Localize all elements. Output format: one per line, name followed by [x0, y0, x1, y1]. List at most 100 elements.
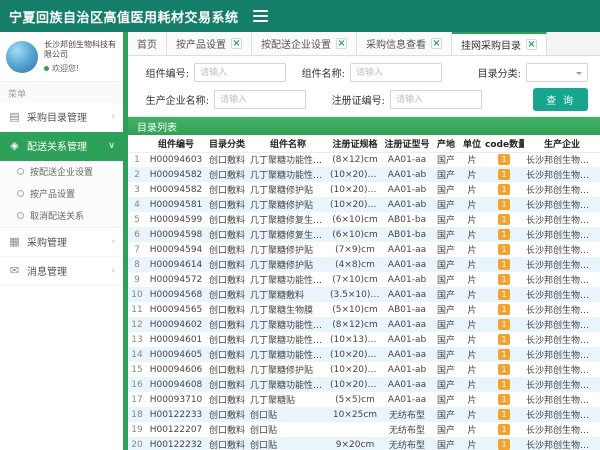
code-count-badge[interactable]: 1 [498, 154, 510, 165]
cell-model: AA01-ab [382, 362, 432, 377]
cell-name: 几丁聚糖修护贴 [248, 182, 328, 197]
cell-company: 长沙邦创生物科技有限公司 [524, 377, 600, 392]
tab-online-catalog[interactable]: 挂网采购目录× [452, 32, 547, 55]
sidebar: 长沙邦创生物科技有限公司 欢迎您! 菜单 ▤采购目录管理›◈配送关系管理∨按配送… [0, 32, 123, 450]
code-count-badge[interactable]: 1 [498, 274, 510, 285]
cell-model: AA01-aa [382, 377, 432, 392]
cell-unit: 片 [460, 392, 484, 407]
cell-spec: (5×5)cm [328, 392, 382, 407]
hamburger-menu-icon[interactable] [253, 10, 268, 22]
code-count-badge[interactable]: 1 [498, 304, 510, 315]
cell-code: H00093710 [146, 392, 206, 407]
code-count-badge[interactable]: 1 [498, 439, 510, 450]
code-count-badge[interactable]: 1 [498, 184, 510, 195]
query-button[interactable]: 查 询 [533, 88, 588, 111]
cell-code-count: 1 [484, 227, 524, 242]
tab-procurement-info[interactable]: 采购信息查看× [357, 32, 452, 55]
tab-delivery-company-setting[interactable]: 按配送企业设置× [252, 32, 357, 55]
cell-spec: (10×20)cm [328, 347, 382, 362]
manufacturer-name-label: 生产企业名称: [140, 92, 214, 107]
cell-no: 17 [128, 392, 146, 407]
cell-unit: 片 [460, 407, 484, 422]
cell-model: 无纺布型 [382, 407, 432, 422]
cell-company: 长沙邦创生物科技有限公司 [524, 422, 600, 437]
panel-title: 目录列表 [128, 117, 600, 135]
cell-origin: 国产 [432, 362, 460, 377]
table-row: 5H00094599创口敷料几丁聚糖修复生物膜(6×10)cmAB01-ba国产… [128, 212, 600, 227]
cell-origin: 国产 [432, 167, 460, 182]
code-count-badge[interactable]: 1 [498, 214, 510, 225]
cell-unit: 片 [460, 227, 484, 242]
cell-spec: (8×12)cm [328, 317, 382, 332]
cell-origin: 国产 [432, 197, 460, 212]
code-count-badge[interactable]: 1 [498, 289, 510, 300]
close-icon[interactable]: × [431, 38, 442, 49]
online-status-dot [44, 66, 49, 71]
sidebar-item-procurement[interactable]: ▦采购管理› [0, 228, 123, 257]
cell-name: 几丁聚糖修护贴 [248, 242, 328, 257]
tab-label: 首页 [137, 36, 157, 51]
sidebar-subitem-label: 按配送企业设置 [30, 165, 93, 178]
cell-spec: (6×10)cm [328, 227, 382, 242]
code-count-badge[interactable]: 1 [498, 409, 510, 420]
code-count-badge[interactable]: 1 [498, 319, 510, 330]
table-body: 1H00094603创口敷料几丁聚糖功能性修复膜(8×12)cmAA01-aa国… [128, 152, 600, 450]
cell-origin: 国产 [432, 422, 460, 437]
cell-company: 长沙邦创生物科技有限公司 [524, 347, 600, 362]
code-count-badge[interactable]: 1 [498, 379, 510, 390]
code-count-badge[interactable]: 1 [498, 334, 510, 345]
table-row: 2H00094582创口敷料几丁聚糖功能性贴膜(10×20)cmAA01-ab国… [128, 167, 600, 182]
col-header: 组件名称 [248, 135, 328, 152]
code-count-badge[interactable]: 1 [498, 349, 510, 360]
code-count-badge[interactable]: 1 [498, 424, 510, 435]
sidebar-subitem[interactable]: 取消配送关系 [0, 205, 123, 227]
close-icon[interactable]: × [231, 38, 242, 49]
cell-model: AA01-aa [382, 347, 432, 362]
code-count-badge[interactable]: 1 [498, 394, 510, 405]
cell-code: H00094602 [146, 317, 206, 332]
purchase-icon: ▦ [8, 235, 21, 248]
manufacturer-name-input[interactable] [214, 90, 306, 109]
close-icon[interactable]: × [526, 39, 537, 50]
cell-category: 创口敷料 [206, 227, 248, 242]
catalog-category-label: 目录分类: [452, 65, 526, 80]
cell-company: 长沙邦创生物科技有限公司 [524, 362, 600, 377]
catalog-icon: ▤ [8, 110, 21, 123]
cell-name: 几丁聚糖修护贴 [248, 362, 328, 377]
cell-company: 长沙邦创生物科技有限公司 [524, 227, 600, 242]
sidebar-item-message[interactable]: ✉消息管理› [0, 257, 123, 286]
code-count-badge[interactable]: 1 [498, 199, 510, 210]
cell-origin: 国产 [432, 332, 460, 347]
code-count-badge[interactable]: 1 [498, 229, 510, 240]
app-window: 宁夏回族自治区高值医用耗材交易系统 长沙邦创生物科技有限公司 欢迎您! 菜单 ▤… [0, 0, 600, 450]
registration-no-input[interactable] [390, 90, 482, 109]
component-code-input[interactable] [194, 63, 286, 82]
cell-name: 几丁聚糖敷料 [248, 287, 328, 302]
catalog-category-select[interactable] [526, 63, 588, 82]
cell-no: 19 [128, 422, 146, 437]
sidebar-item-procurement-catalog[interactable]: ▤采购目录管理› [0, 103, 123, 132]
cell-unit: 片 [460, 242, 484, 257]
cell-name: 几丁聚糖修复生物膜 [248, 227, 328, 242]
component-name-input[interactable] [350, 63, 442, 82]
code-count-badge[interactable]: 1 [498, 259, 510, 270]
tab-product-setting[interactable]: 按产品设置× [167, 32, 252, 55]
cell-unit: 片 [460, 287, 484, 302]
close-icon[interactable]: × [336, 38, 347, 49]
code-count-badge[interactable]: 1 [498, 244, 510, 255]
sidebar-item-delivery-relationship[interactable]: ◈配送关系管理∨ [0, 132, 123, 161]
cell-no: 5 [128, 212, 146, 227]
table-row: 8H00094614创口敷料几丁聚糖修护贴(4×8)cmAA01-aa国产片1长… [128, 257, 600, 272]
cell-unit: 片 [460, 317, 484, 332]
code-count-badge[interactable]: 1 [498, 364, 510, 375]
table-row: 11H00094565创口敷料几丁聚糖生物膜(5×10)cmAB01-aa国产片… [128, 302, 600, 317]
code-count-badge[interactable]: 1 [498, 169, 510, 180]
sidebar-subitem[interactable]: 按产品设置 [0, 183, 123, 205]
cell-no: 14 [128, 347, 146, 362]
app-body: 长沙邦创生物科技有限公司 欢迎您! 菜单 ▤采购目录管理›◈配送关系管理∨按配送… [0, 32, 600, 450]
tab-home[interactable]: 首页 [128, 32, 167, 55]
cell-model: AA01-ab [382, 332, 432, 347]
sidebar-subitem[interactable]: 按配送企业设置 [0, 161, 123, 183]
cell-spec: (7×10)cm [328, 272, 382, 287]
bullet-icon [17, 212, 24, 219]
